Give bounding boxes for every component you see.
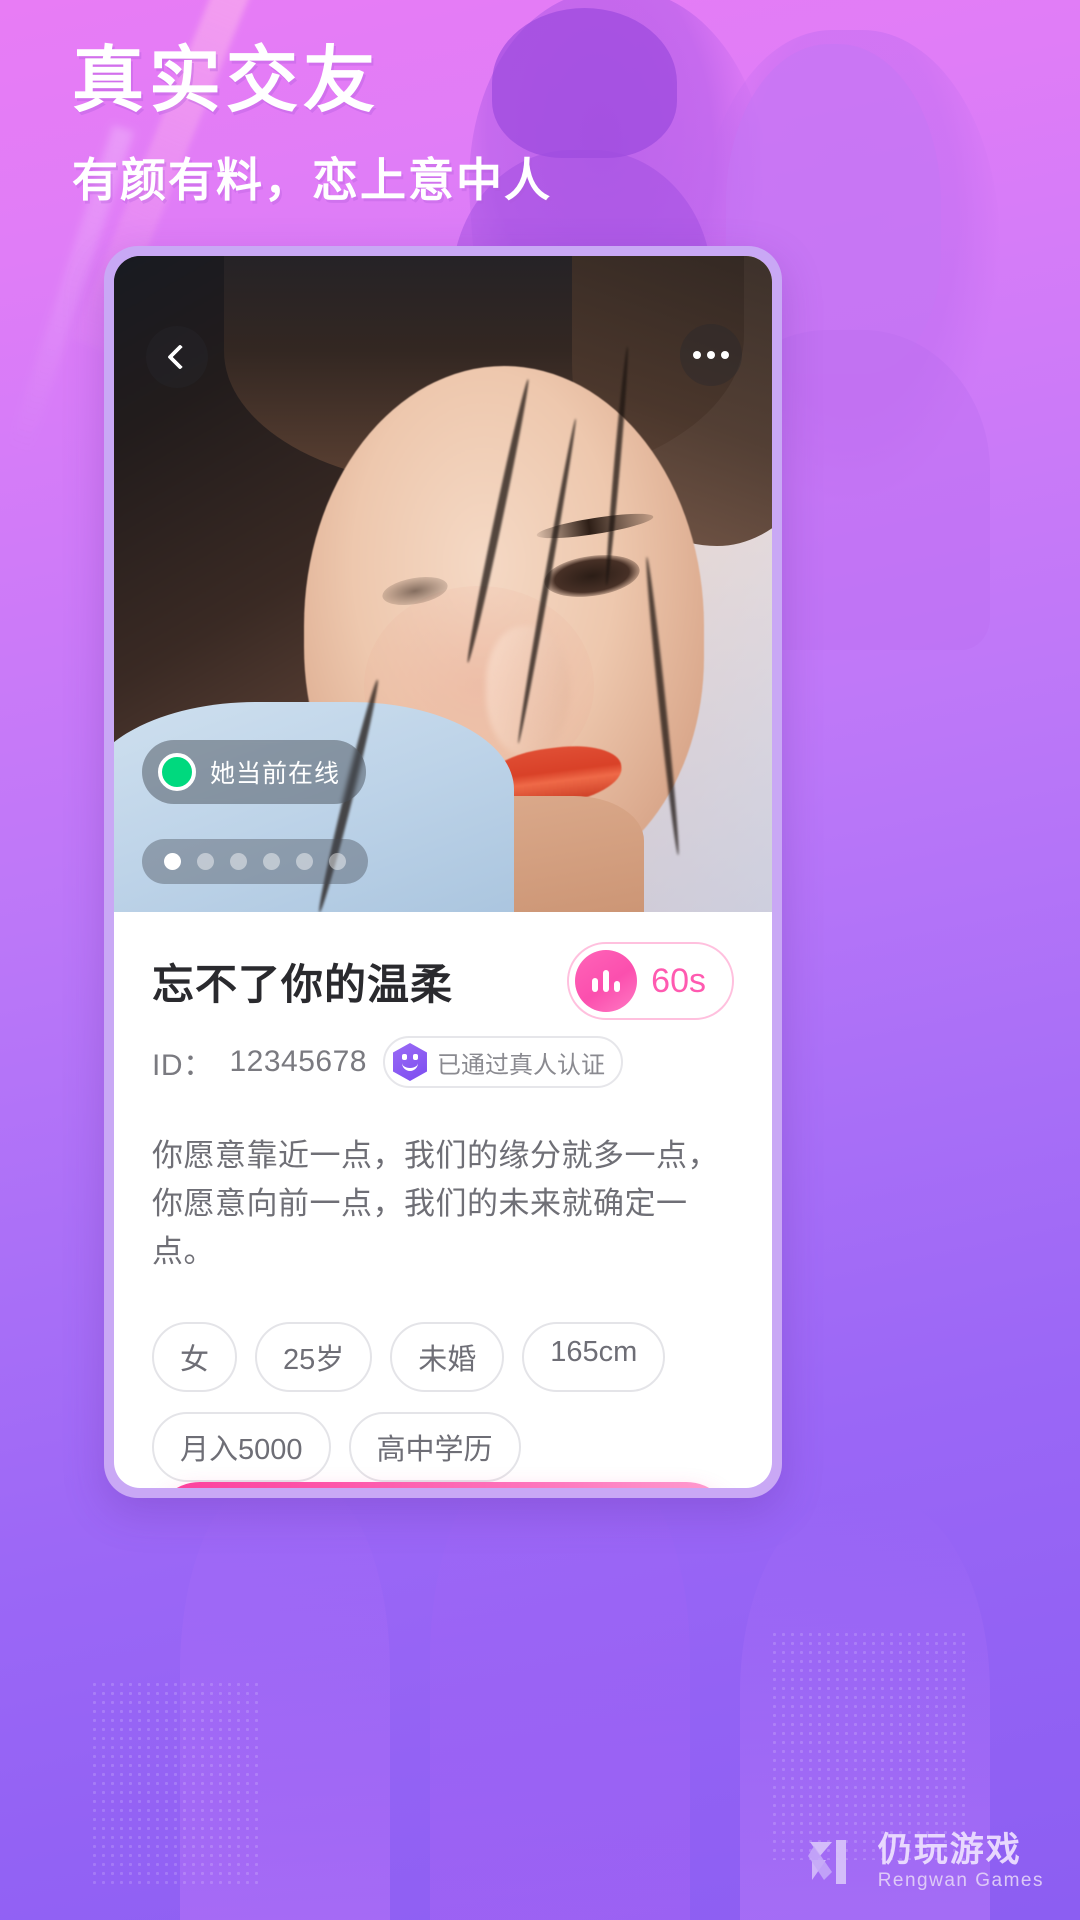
app-screen: 她当前在线 忘不了你的温柔 60s ID： 12345678 已通过真人认证 你…	[114, 256, 772, 1488]
watermark-en: Rengwan Games	[877, 1869, 1044, 1891]
watermark: 仍玩游戏 Rengwan Games	[802, 1832, 1044, 1892]
carousel-dot[interactable]	[230, 853, 247, 870]
rengwan-logo-icon	[802, 1832, 862, 1892]
profile-tag: 女	[152, 1322, 238, 1393]
online-status-label: 她当前在线	[210, 760, 341, 788]
carousel-dot[interactable]	[263, 853, 280, 870]
promo-page: 真实交友 有颜有料，恋上意中人 她当前在线 忘不了你的温柔 60s ID： 12…	[0, 0, 1080, 1920]
ellipsis-icon	[693, 351, 729, 359]
profile-info: 忘不了你的温柔 60s ID： 12345678 已通过真人认证 你愿意靠近一点…	[114, 912, 772, 1488]
carousel-dot[interactable]	[164, 853, 181, 870]
verified-smiley-icon	[392, 1043, 427, 1081]
profile-tag: 未婚	[390, 1322, 505, 1393]
verification-badge: 已通过真人认证	[382, 1036, 623, 1088]
audio-intro-button[interactable]: 60s	[567, 942, 734, 1020]
profile-nickname: 忘不了你的温柔	[152, 960, 454, 1008]
watermark-cn: 仍玩游戏	[877, 1831, 1022, 1870]
decorative-shape	[430, 1440, 690, 1920]
profile-title-row: 忘不了你的温柔 60s	[152, 942, 734, 1020]
watermark-text: 仍玩游戏 Rengwan Games	[878, 1832, 1044, 1891]
banner-headline: 真实交友	[72, 41, 381, 121]
decorative-shape	[180, 1480, 390, 1920]
decorative-dot-pattern	[90, 1680, 260, 1890]
profile-id-row: ID： 12345678 已通过真人认证	[152, 1036, 734, 1088]
online-status-badge: 她当前在线	[142, 740, 367, 804]
phone-mockup: 她当前在线 忘不了你的温柔 60s ID： 12345678 已通过真人认证 你…	[104, 246, 782, 1498]
banner-subheadline: 有颜有料，恋上意中人	[72, 153, 552, 206]
profile-tag-list: 女 25岁 未婚 165cm 月入5000 高中学历	[152, 1322, 734, 1483]
back-button[interactable]	[146, 326, 208, 388]
carousel-dot[interactable]	[329, 853, 346, 870]
verification-label: 已通过真人认证	[436, 1051, 605, 1079]
profile-tag: 25岁	[255, 1322, 373, 1393]
profile-id-label: ID：	[152, 1049, 214, 1082]
profile-bio: 你愿意靠近一点，我们的缘分就多一点，你愿意向前一点，我们的未来就确定一点。	[152, 1138, 719, 1270]
audio-wave-icon	[575, 950, 638, 1012]
profile-photo[interactable]: 她当前在线	[114, 256, 772, 912]
decorative-dot-pattern	[770, 1630, 970, 1860]
carousel-dot[interactable]	[197, 853, 214, 870]
profile-id-value: 12345678	[229, 1045, 367, 1078]
online-dot-icon	[158, 753, 196, 791]
more-options-button[interactable]	[680, 324, 742, 386]
carousel-dot[interactable]	[296, 853, 313, 870]
banner-text: 真实交友 有颜有料，恋上意中人	[72, 41, 552, 210]
profile-tag: 165cm	[522, 1322, 666, 1393]
profile-tag: 月入5000	[152, 1412, 331, 1483]
audio-duration-label: 60s	[651, 961, 706, 1000]
photo-carousel-indicator[interactable]	[142, 839, 368, 884]
profile-tag: 高中学历	[348, 1412, 521, 1483]
chat-up-button[interactable]: 搭讪她	[152, 1482, 734, 1488]
chevron-left-icon	[167, 344, 193, 370]
